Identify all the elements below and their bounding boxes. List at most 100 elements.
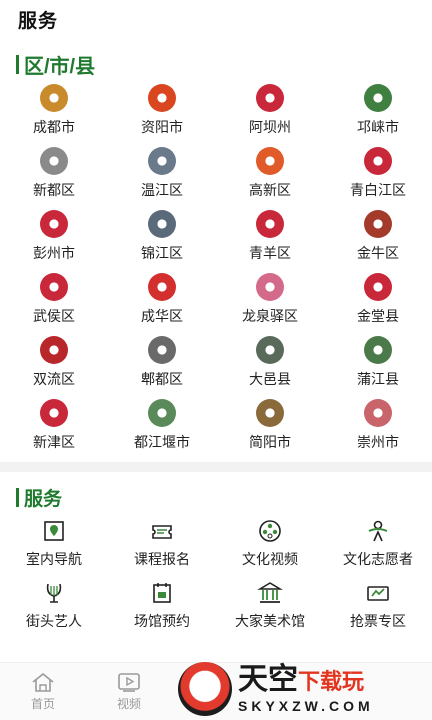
district-label: 都江堰市 [134, 434, 190, 450]
district-label: 双流区 [33, 371, 75, 387]
district-emblem-icon [148, 273, 176, 301]
district-label: 大邑县 [249, 371, 291, 387]
district-emblem-icon [364, 210, 392, 238]
district-item[interactable]: 成都市 [0, 84, 108, 147]
district-emblem-icon [148, 147, 176, 175]
service-item[interactable]: 街头艺人 [0, 580, 108, 642]
video-icon [118, 673, 140, 692]
district-emblem-icon [256, 147, 284, 175]
district-label: 崇州市 [357, 434, 399, 450]
district-label: 金堂县 [357, 308, 399, 324]
district-emblem-icon [364, 336, 392, 364]
district-emblem-icon [148, 336, 176, 364]
district-item[interactable]: 郫都区 [108, 336, 216, 399]
nav-video[interactable]: 视频 [86, 663, 172, 720]
service-label: 课程报名 [134, 551, 190, 567]
ticket-icon [148, 518, 176, 544]
watermark-main-b: 下载玩 [298, 669, 365, 694]
district-item[interactable]: 资阳市 [108, 84, 216, 147]
district-item[interactable]: 成华区 [108, 273, 216, 336]
district-emblem-icon [40, 147, 68, 175]
nav-home[interactable]: 首页 [0, 663, 86, 720]
lyre-icon [40, 580, 68, 606]
service-grid: 室内导航 课程报名 文化视频 文化志愿者街头艺人 场馆预约 大家美术馆 抢票专区 [0, 518, 432, 642]
service-item[interactable]: 场馆预约 [108, 580, 216, 642]
service-label: 场馆预约 [134, 613, 190, 629]
district-item[interactable]: 蒲江县 [324, 336, 432, 399]
district-emblem-icon [40, 273, 68, 301]
district-item[interactable]: 青白江区 [324, 147, 432, 210]
district-label: 成华区 [141, 308, 183, 324]
district-item[interactable]: 彭州市 [0, 210, 108, 273]
district-emblem-icon [40, 210, 68, 238]
district-label: 锦江区 [141, 245, 183, 261]
service-item[interactable]: 大家美术馆 [216, 580, 324, 642]
district-item[interactable]: 简阳市 [216, 399, 324, 462]
district-item[interactable]: 高新区 [216, 147, 324, 210]
section-divider [0, 462, 432, 472]
district-emblem-icon [40, 336, 68, 364]
district-label: 邛崃市 [357, 119, 399, 135]
district-label: 简阳市 [249, 434, 291, 450]
service-label: 街头艺人 [26, 613, 82, 629]
district-item[interactable]: 邛崃市 [324, 84, 432, 147]
calendar-icon [148, 580, 176, 606]
district-grid: 成都市 资阳市 阿坝州 邛崃市新都区 温江区 高新区 青白江区彭州市 锦江区 青羊区 金牛区武侯区… [0, 84, 432, 462]
district-item[interactable]: 双流区 [0, 336, 108, 399]
service-item[interactable]: 文化视频 [216, 518, 324, 580]
district-item[interactable]: 阿坝州 [216, 84, 324, 147]
district-item[interactable]: 大邑县 [216, 336, 324, 399]
service-item[interactable]: 课程报名 [108, 518, 216, 580]
district-item[interactable]: 金牛区 [324, 210, 432, 273]
district-item[interactable]: 新都区 [0, 147, 108, 210]
district-emblem-icon [148, 399, 176, 427]
home-icon [32, 672, 54, 692]
service-label: 文化视频 [242, 551, 298, 567]
nav-video-label: 视频 [116, 697, 141, 711]
district-item[interactable]: 武侯区 [0, 273, 108, 336]
district-label: 郫都区 [141, 371, 183, 387]
district-item[interactable]: 温江区 [108, 147, 216, 210]
service-label: 大家美术馆 [235, 613, 305, 629]
district-item[interactable]: 都江堰市 [108, 399, 216, 462]
district-item[interactable]: 崇州市 [324, 399, 432, 462]
district-emblem-icon [40, 84, 68, 112]
district-emblem-icon [256, 84, 284, 112]
map-pin-icon [40, 518, 68, 544]
district-label: 青白江区 [350, 182, 406, 198]
district-emblem-icon [256, 336, 284, 364]
service-item[interactable]: 抢票专区 [324, 580, 432, 642]
district-label: 新都区 [33, 182, 75, 198]
service-item[interactable]: 文化志愿者 [324, 518, 432, 580]
district-label: 资阳市 [141, 119, 183, 135]
district-label: 武侯区 [33, 308, 75, 324]
museum-icon [256, 580, 284, 606]
service-label: 室内导航 [26, 551, 82, 567]
district-item[interactable]: 锦江区 [108, 210, 216, 273]
district-emblem-icon [364, 273, 392, 301]
watermark-logo [178, 662, 232, 716]
grab-ticket-icon [364, 580, 392, 606]
services-section-label: 服务 [24, 489, 63, 510]
district-item[interactable]: 龙泉驿区 [216, 273, 324, 336]
service-item[interactable]: 室内导航 [0, 518, 108, 580]
district-emblem-icon [256, 399, 284, 427]
district-emblem-icon [148, 84, 176, 112]
section-accent-bar [16, 488, 19, 507]
district-label: 蒲江县 [357, 371, 399, 387]
watermark-main-a: 天空 [238, 663, 298, 696]
district-emblem-icon [364, 399, 392, 427]
district-label: 彭州市 [33, 245, 75, 261]
district-item[interactable]: 新津区 [0, 399, 108, 462]
district-emblem-icon [40, 399, 68, 427]
service-label: 文化志愿者 [343, 551, 413, 567]
district-label: 金牛区 [357, 245, 399, 261]
district-label: 阿坝州 [249, 119, 291, 135]
district-item[interactable]: 青羊区 [216, 210, 324, 273]
districts-section-title: 区/市/县 [16, 50, 95, 79]
district-item[interactable]: 金堂县 [324, 273, 432, 336]
district-label: 成都市 [33, 119, 75, 135]
site-watermark: 天空下载玩 SKYXZW.COM [178, 658, 428, 720]
volunteer-icon [364, 518, 392, 544]
district-emblem-icon [256, 210, 284, 238]
